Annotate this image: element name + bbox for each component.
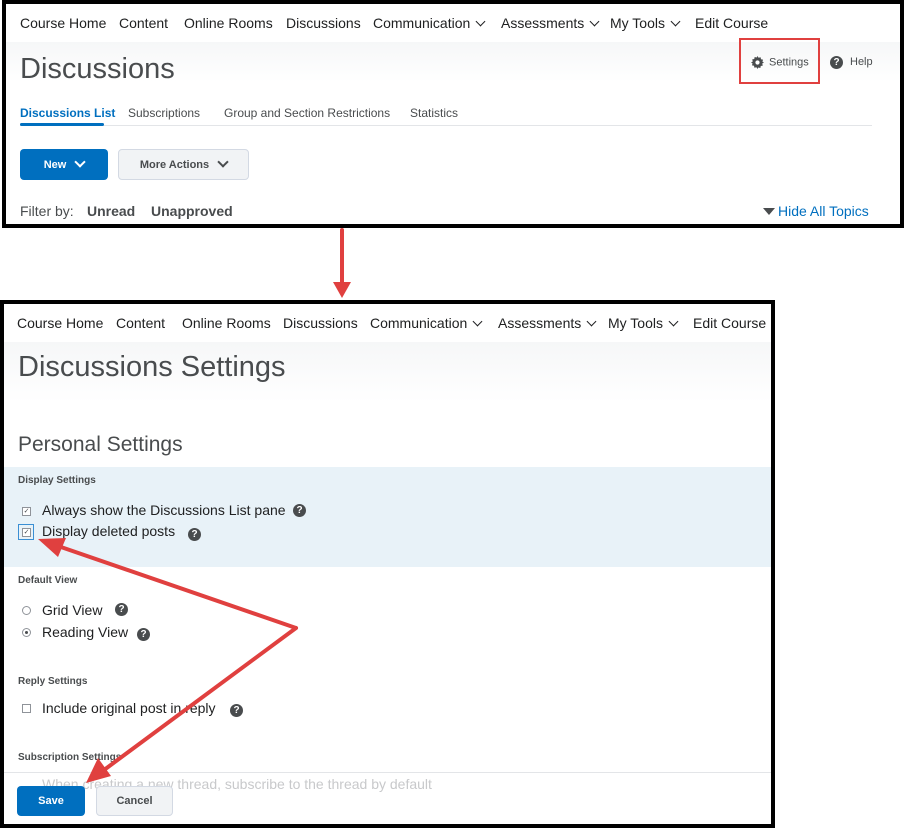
annotation-arrows <box>38 538 298 783</box>
